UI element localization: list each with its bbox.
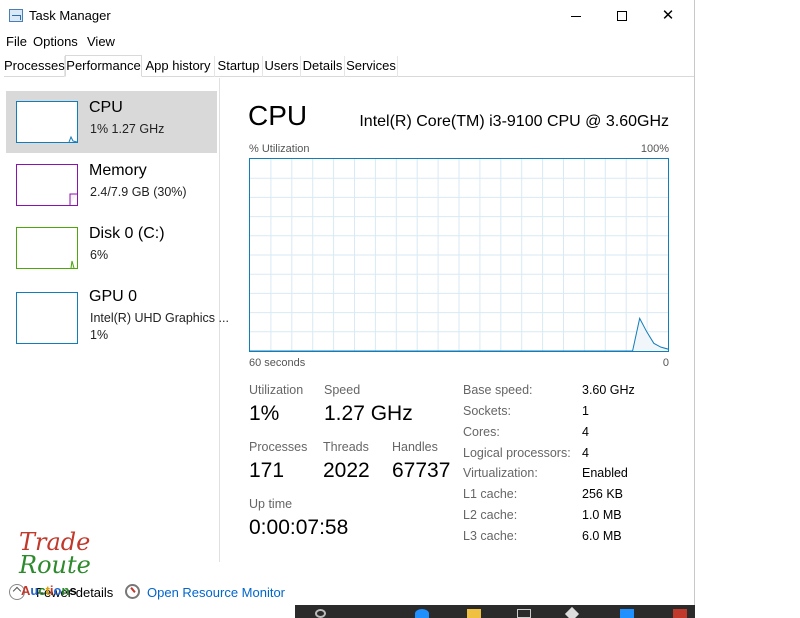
windows-taskbar	[295, 605, 695, 618]
spec-label-virtualization: Virtualization:	[463, 466, 538, 480]
tab-startup[interactable]: Startup	[215, 56, 263, 77]
resource-list: CPU 1% 1.27 GHz Memory 2.4/7.9 GB (30%) …	[0, 78, 229, 562]
menu-options[interactable]: Options	[33, 34, 78, 49]
taskbar-search-icon[interactable]	[315, 609, 326, 618]
maximize-icon	[617, 11, 627, 22]
watermark-letter: A	[21, 583, 31, 598]
taskbar-edge-icon[interactable]	[415, 609, 429, 618]
tab-services[interactable]: Services	[345, 56, 398, 77]
gpu-thumbnail-graph	[16, 292, 78, 344]
watermark-line-3: Auctions	[21, 583, 77, 598]
spec-label-l3-cache: L3 cache:	[463, 529, 518, 543]
spec-label-cores: Cores:	[463, 425, 500, 439]
close-button[interactable]: ✕	[645, 0, 691, 32]
watermark-line-2: Route	[19, 551, 91, 579]
resource-item-cpu[interactable]: CPU 1% 1.27 GHz	[6, 91, 217, 153]
threads-label: Threads	[323, 440, 369, 454]
minimize-button[interactable]	[553, 0, 599, 32]
taskbar-app-icon[interactable]	[564, 606, 580, 618]
graph-label-timespan: 60 seconds	[249, 357, 306, 369]
uptime-label: Up time	[249, 497, 293, 511]
spec-value-virtualization: Enabled	[582, 466, 628, 480]
tab-app-history[interactable]: App history	[142, 56, 215, 77]
speed-label: Speed	[324, 383, 361, 397]
spec-value-l2-cache: 1.0 MB	[582, 508, 622, 522]
resource-monitor-icon	[125, 584, 140, 599]
spec-value-l1-cache: 256 KB	[582, 487, 624, 501]
cpu-utilization-graph	[249, 158, 669, 352]
utilization-label: Utilization	[249, 383, 304, 397]
spec-value-l3-cache: 6.0 MB	[582, 529, 622, 543]
spec-label-base-speed: Base speed:	[463, 383, 533, 397]
resource-item-disk[interactable]: Disk 0 (C:) 6%	[6, 217, 217, 279]
resource-summary: Intel(R) UHD Graphics ...	[90, 311, 229, 325]
window-title: Task Manager	[29, 8, 111, 23]
cpu-thumbnail-graph	[16, 101, 78, 143]
resource-item-gpu[interactable]: GPU 0 Intel(R) UHD Graphics ... 1%	[6, 280, 229, 354]
resource-summary: 2.4/7.9 GB (30%)	[90, 185, 187, 199]
spec-label-sockets: Sockets:	[463, 404, 511, 418]
spec-label-l2-cache: L2 cache:	[463, 508, 518, 522]
resource-summary: 6%	[90, 248, 109, 262]
cpu-graph-canvas	[250, 159, 669, 352]
spec-value-base-speed: 3.60 GHz	[582, 383, 635, 397]
taskbar-mail-icon[interactable]	[673, 609, 687, 618]
uptime-value: 0:00:07:58	[249, 516, 349, 539]
taskbar-download-icon[interactable]	[620, 609, 634, 618]
memory-thumbnail-graph	[16, 164, 78, 206]
spec-value-logical-processors: 4	[582, 446, 589, 460]
handles-label: Handles	[392, 440, 438, 454]
cpu-model: Intel(R) Core(TM) i3-9100 CPU @ 3.60GHz	[359, 113, 669, 130]
resource-name: Disk 0 (C:)	[89, 225, 165, 242]
speed-value: 1.27 GHz	[324, 402, 413, 425]
tab-strip: Processes Performance App history Startu…	[4, 55, 694, 77]
taskbar-file-explorer-icon[interactable]	[467, 609, 481, 618]
resource-utilization: 1%	[90, 328, 109, 342]
graph-label-max: 100%	[640, 143, 669, 155]
task-manager-window: Task Manager ✕ File Options View Process…	[0, 0, 695, 605]
title-bar: Task Manager ✕	[0, 0, 695, 32]
spec-value-cores: 4	[582, 425, 589, 439]
utilization-value: 1%	[249, 402, 280, 425]
spec-label-logical-processors: Logical processors:	[463, 446, 571, 460]
graph-label-min: 0	[662, 357, 669, 369]
menu-file[interactable]: File	[6, 34, 27, 49]
resource-name: Memory	[89, 162, 147, 179]
spec-value-sockets: 1	[582, 404, 589, 418]
open-resource-monitor-link[interactable]: Open Resource Monitor	[147, 585, 285, 600]
watermark-letter: o	[53, 583, 62, 598]
tab-performance[interactable]: Performance	[65, 55, 142, 77]
detail-title: CPU	[248, 100, 308, 131]
trade-route-auctions-watermark: Trade Route Auctions	[19, 528, 99, 600]
resource-summary: 1% 1.27 GHz	[90, 122, 165, 136]
processes-value: 171	[249, 459, 285, 482]
processes-label: Processes	[249, 440, 308, 454]
resource-item-memory[interactable]: Memory 2.4/7.9 GB (30%)	[6, 154, 217, 216]
minimize-icon	[571, 15, 581, 17]
watermark-letter: s	[69, 583, 77, 598]
maximize-button[interactable]	[599, 0, 645, 32]
resource-name: CPU	[89, 99, 123, 116]
watermark-letter: c	[38, 583, 46, 598]
task-manager-icon	[9, 9, 23, 22]
spec-label-l1-cache: L1 cache:	[463, 487, 518, 501]
tab-details[interactable]: Details	[301, 56, 345, 77]
close-icon: ✕	[661, 7, 675, 24]
taskbar-store-icon[interactable]	[517, 609, 531, 618]
tab-processes[interactable]: Processes	[4, 56, 65, 77]
graph-label-utilization: % Utilization	[249, 143, 310, 155]
disk-thumbnail-graph	[16, 227, 78, 269]
menu-view[interactable]: View	[87, 34, 115, 49]
handles-value: 67737	[392, 459, 451, 482]
tab-users[interactable]: Users	[263, 56, 301, 77]
resource-name: GPU 0	[89, 288, 138, 305]
threads-value: 2022	[323, 459, 370, 482]
